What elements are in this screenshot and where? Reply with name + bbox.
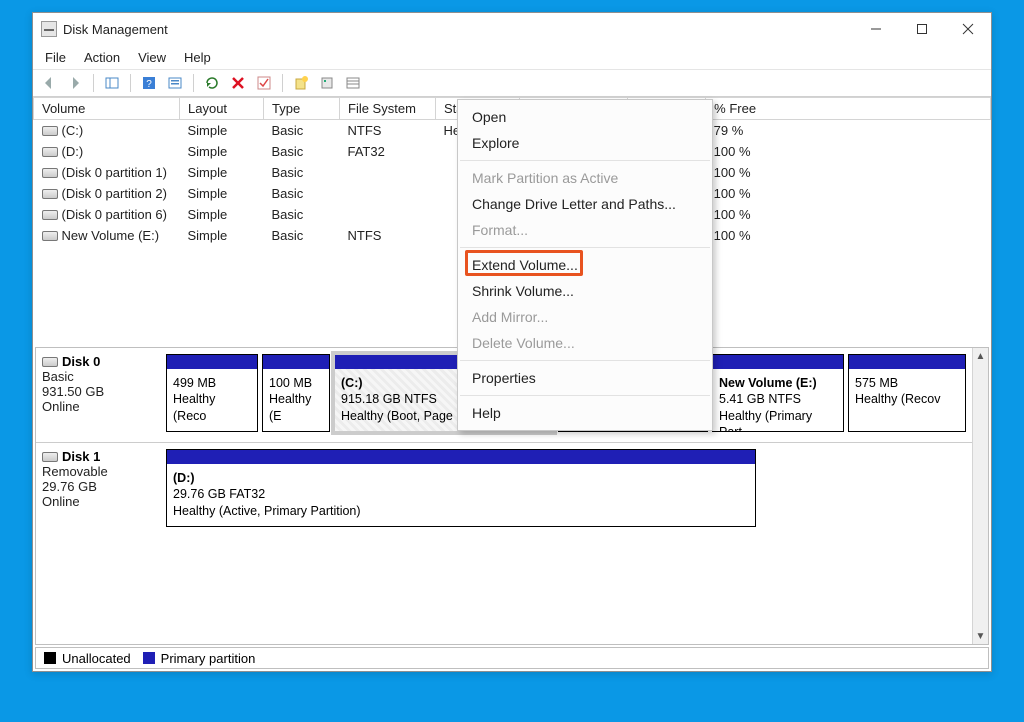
disk-status: Online (42, 494, 160, 509)
menu-file[interactable]: File (45, 50, 66, 65)
disk-name: Disk 1 (62, 449, 100, 464)
legend: Unallocated Primary partition (35, 647, 989, 669)
context-menu: Open Explore Mark Partition as Active Ch… (457, 99, 713, 431)
legend-swatch-unallocated (44, 652, 56, 664)
partition-box[interactable]: New Volume (E:)5.41 GB NTFSHealthy (Prim… (712, 354, 844, 432)
content-area: Volume Layout Type File System Status Ca… (33, 97, 991, 671)
titlebar: Disk Management (33, 13, 991, 45)
cell-volume: (D:) (62, 144, 84, 159)
ctx-shrink-volume[interactable]: Shrink Volume... (458, 278, 712, 304)
ctx-properties[interactable]: Properties (458, 365, 712, 391)
drive-icon (42, 147, 58, 157)
legend-swatch-primary (143, 652, 155, 664)
cell-volume: (Disk 0 partition 6) (62, 207, 167, 222)
disk-icon (42, 452, 58, 462)
app-icon (41, 21, 57, 37)
delete-icon[interactable] (228, 73, 248, 93)
cell-layout: Simple (180, 120, 264, 142)
cell-volume: (C:) (62, 123, 84, 138)
ctx-format: Format... (458, 217, 712, 243)
drive-icon (42, 231, 58, 241)
ctx-open[interactable]: Open (458, 104, 712, 130)
col-pctfree[interactable]: % Free (706, 98, 991, 120)
ctx-extend-volume[interactable]: Extend Volume... (458, 252, 712, 278)
disk-type: Removable (42, 464, 160, 479)
menu-help[interactable]: Help (184, 50, 211, 65)
list-icon[interactable] (343, 73, 363, 93)
drive-icon (42, 126, 58, 136)
legend-label-unallocated: Unallocated (62, 651, 131, 666)
show-hide-tree-button[interactable] (102, 73, 122, 93)
help-button[interactable]: ? (139, 73, 159, 93)
ctx-explore[interactable]: Explore (458, 130, 712, 156)
disk-management-window: Disk Management File Action View Help ? (32, 12, 992, 672)
properties-icon[interactable] (317, 73, 337, 93)
partition-box[interactable]: (D:)29.76 GB FAT32Healthy (Active, Prima… (166, 449, 756, 527)
disk-icon (42, 357, 58, 367)
partition-box[interactable]: 100 MBHealthy (E (262, 354, 330, 432)
disk-row: Disk 1 Removable 29.76 GB Online (D:)29.… (36, 443, 972, 537)
drive-icon (42, 168, 58, 178)
drive-icon (42, 210, 58, 220)
ctx-add-mirror: Add Mirror... (458, 304, 712, 330)
disk-size: 29.76 GB (42, 479, 160, 494)
partition-strip: (D:)29.76 GB FAT32Healthy (Active, Prima… (166, 449, 966, 527)
ctx-mark-active: Mark Partition as Active (458, 165, 712, 191)
cell-pctfree: 79 % (706, 120, 991, 142)
legend-label-primary: Primary partition (161, 651, 256, 666)
window-title: Disk Management (63, 22, 853, 37)
ctx-help[interactable]: Help (458, 400, 712, 426)
disk-info[interactable]: Disk 1 Removable 29.76 GB Online (42, 449, 160, 527)
disk-info[interactable]: Disk 0 Basic 931.50 GB Online (42, 354, 160, 432)
col-layout[interactable]: Layout (180, 98, 264, 120)
cell-type: Basic (264, 120, 340, 142)
forward-button[interactable] (65, 73, 85, 93)
svg-text:?: ? (146, 79, 152, 90)
cell-fs: NTFS (340, 120, 436, 142)
toolbar: ? (33, 69, 991, 97)
col-volume[interactable]: Volume (34, 98, 180, 120)
window-buttons (853, 13, 991, 45)
partition-box[interactable]: 499 MBHealthy (Reco (166, 354, 258, 432)
close-button[interactable] (945, 13, 991, 45)
cell-volume: New Volume (E:) (62, 228, 160, 243)
disk-size: 931.50 GB (42, 384, 160, 399)
partition-box[interactable]: 575 MBHealthy (Recov (848, 354, 966, 432)
col-filesystem[interactable]: File System (340, 98, 436, 120)
drive-icon (42, 189, 58, 199)
scroll-up-icon[interactable]: ▲ (973, 348, 988, 364)
disk-type: Basic (42, 369, 160, 384)
cell-volume: (Disk 0 partition 1) (62, 165, 167, 180)
minimize-button[interactable] (853, 13, 899, 45)
col-type[interactable]: Type (264, 98, 340, 120)
disk-status: Online (42, 399, 160, 414)
cell-volume: (Disk 0 partition 2) (62, 186, 167, 201)
scroll-down-icon[interactable]: ▼ (973, 628, 988, 644)
refresh-button[interactable] (202, 73, 222, 93)
disk-name: Disk 0 (62, 354, 100, 369)
menu-view[interactable]: View (138, 50, 166, 65)
ctx-change-letter[interactable]: Change Drive Letter and Paths... (458, 191, 712, 217)
settings-button[interactable] (165, 73, 185, 93)
ctx-delete-volume: Delete Volume... (458, 330, 712, 356)
check-icon[interactable] (254, 73, 274, 93)
back-button[interactable] (39, 73, 59, 93)
new-icon[interactable] (291, 73, 311, 93)
maximize-button[interactable] (899, 13, 945, 45)
menubar: File Action View Help (33, 45, 991, 69)
scrollbar[interactable]: ▲ ▼ (972, 348, 988, 644)
menu-action[interactable]: Action (84, 50, 120, 65)
